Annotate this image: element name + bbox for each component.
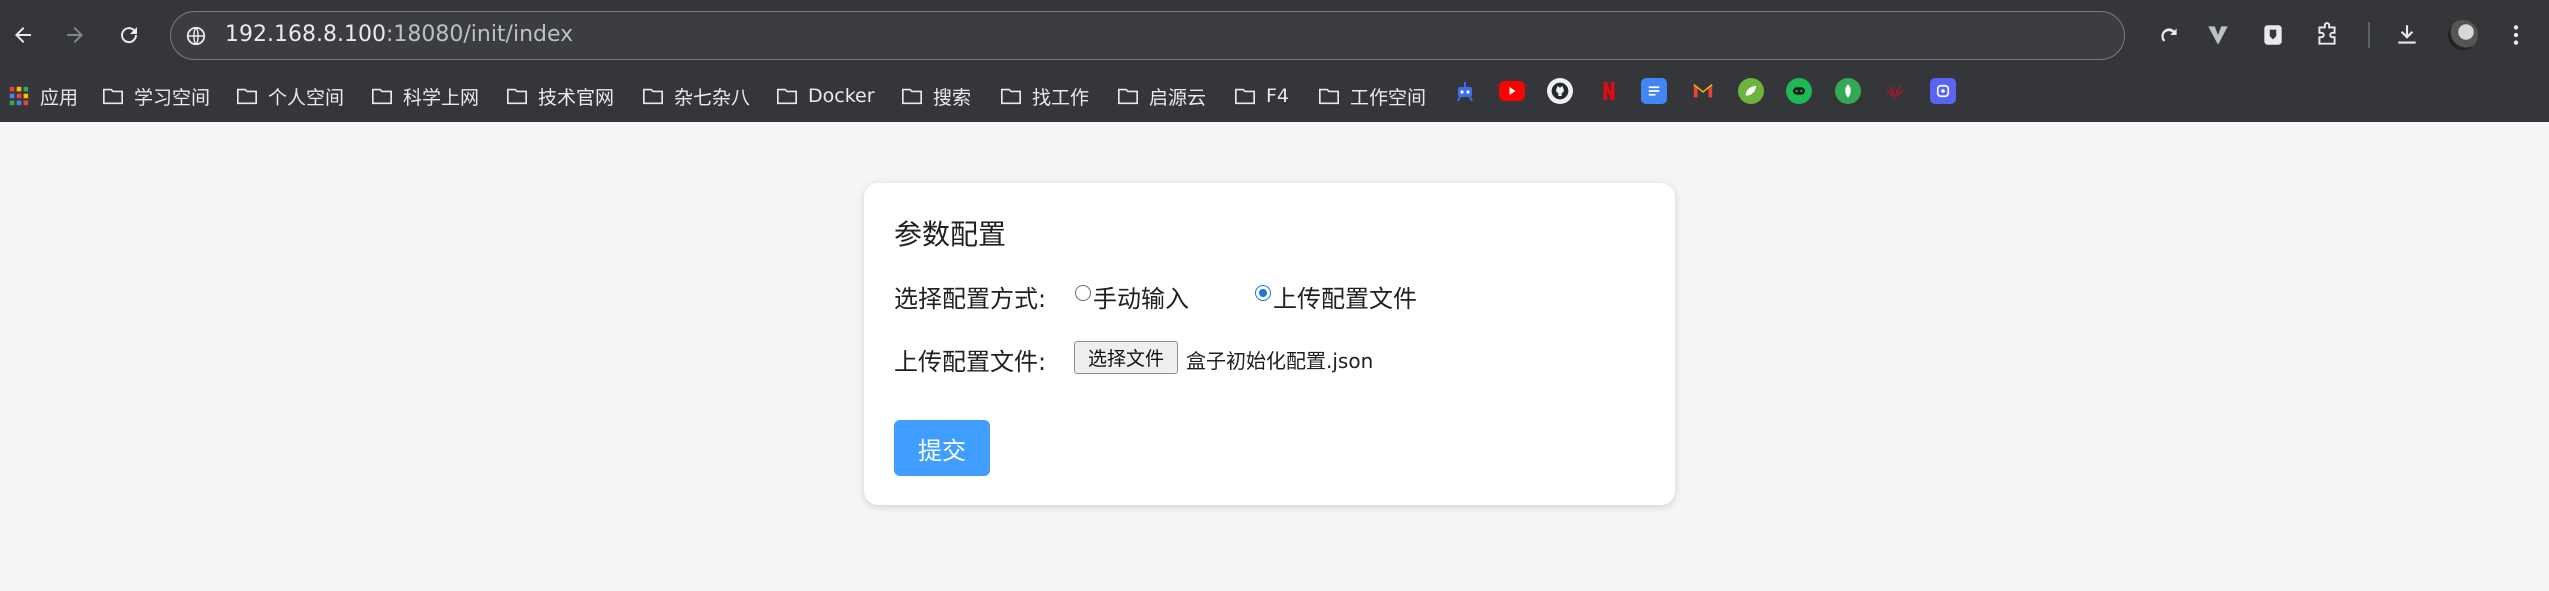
bookmark-label: 找工作 <box>1032 86 1090 109</box>
bookmark-robot-icon[interactable] <box>1452 78 1478 104</box>
bookmark-folder[interactable]: Docker <box>776 80 875 112</box>
extension-sync-icon[interactable] <box>2150 16 2188 54</box>
choose-file-button[interactable]: 选择文件 <box>1074 341 1178 374</box>
forward-button[interactable] <box>54 14 96 56</box>
bookmark-folder[interactable]: 找工作 <box>1000 80 1089 112</box>
reload-button[interactable] <box>108 14 150 56</box>
folder-icon <box>777 88 797 105</box>
card-title: 参数配置 <box>894 218 1007 251</box>
folder-icon <box>372 88 392 105</box>
bookmark-label: 技术官网 <box>538 86 615 109</box>
bookmark-folder[interactable]: 启源云 <box>1117 80 1206 112</box>
bookmark-leaf-icon[interactable] <box>1835 78 1861 104</box>
bookmark-folder[interactable]: 搜索 <box>901 80 971 112</box>
reload-icon <box>121 27 138 44</box>
bookmark-folder[interactable]: 工作空间 <box>1318 80 1426 112</box>
profile-avatar[interactable] <box>2448 20 2478 50</box>
bookmark-docs-icon[interactable] <box>1641 78 1667 104</box>
bookmark-folder[interactable]: 技术官网 <box>506 80 614 112</box>
bookmark-label: F4 <box>1266 85 1290 107</box>
radio-upload-file[interactable] <box>1255 285 1271 301</box>
bookmark-folder[interactable]: 科学上网 <box>371 80 479 112</box>
config-mode-label: 选择配置方式: <box>894 285 1047 313</box>
bookmark-label: 杂七杂八 <box>674 86 751 109</box>
bookmark-netflix-icon[interactable] <box>1596 78 1622 104</box>
folder-icon <box>507 88 527 105</box>
apps-grid-icon <box>9 86 29 106</box>
url-text: 192.168.8.100:18080/init/index <box>225 22 574 47</box>
bookmark-label: 搜索 <box>933 86 972 109</box>
folder-icon <box>902 88 922 105</box>
radio-manual-input[interactable] <box>1075 285 1091 301</box>
bookmark-folder[interactable]: F4 <box>1234 80 1289 112</box>
bookmark-gmail-icon[interactable] <box>1690 78 1716 104</box>
download-icon[interactable] <box>2388 16 2426 54</box>
submit-button[interactable]: 提交 <box>894 420 990 476</box>
folder-icon <box>1118 88 1138 105</box>
bookmark-label: Docker <box>808 85 875 107</box>
browser-toolbar: 192.168.8.100:18080/init/index <box>0 0 2549 70</box>
selected-file-name: 盒子初始化配置.json <box>1186 349 1374 373</box>
bookmark-label: 科学上网 <box>403 86 480 109</box>
folder-icon <box>1319 88 1339 105</box>
back-arrow-icon <box>15 27 31 43</box>
bookmark-label: 学习空间 <box>134 86 211 109</box>
config-card: 参数配置 选择配置方式: 手动输入 上传配置文件 上传配置文件: 选择文件 盒子… <box>864 183 1675 505</box>
bookmark-label: 启源云 <box>1149 86 1207 109</box>
bookmark-folder[interactable]: 学习空间 <box>102 80 210 112</box>
bookmark-label: 工作空间 <box>1350 86 1427 109</box>
bookmark-chat-icon[interactable] <box>1786 78 1812 104</box>
bookmark-huawei-icon[interactable] <box>1882 78 1908 104</box>
upload-file-label: 上传配置文件: <box>894 348 1047 376</box>
extensions-puzzle-icon[interactable] <box>2308 16 2346 54</box>
toolbar-separator <box>2368 22 2370 48</box>
bookmark-label: 应用 <box>40 86 79 109</box>
radio-upload-label[interactable]: 上传配置文件 <box>1273 279 1417 314</box>
back-button[interactable] <box>2 14 44 56</box>
bookmark-label: 个人空间 <box>268 86 345 109</box>
extension-v-icon[interactable] <box>2199 16 2237 54</box>
browser-chrome: 192.168.8.100:18080/init/index 应用 学习空间 个… <box>0 0 2549 122</box>
extension-shield-icon[interactable] <box>2254 16 2292 54</box>
bookmark-youtube-icon[interactable] <box>1499 81 1525 101</box>
bookmark-app-icon[interactable] <box>1930 78 1956 104</box>
radio-manual-label[interactable]: 手动输入 <box>1093 279 1189 314</box>
folder-icon <box>1235 88 1255 105</box>
bookmark-spring-icon[interactable] <box>1738 78 1764 104</box>
menu-kebab-icon[interactable] <box>2497 16 2535 54</box>
site-info-icon[interactable] <box>181 21 211 51</box>
bookmark-apps[interactable]: 应用 <box>8 80 78 112</box>
folder-icon <box>1001 88 1021 105</box>
folder-icon <box>103 88 123 105</box>
folder-icon <box>643 88 663 105</box>
forward-arrow-icon <box>67 27 83 43</box>
address-bar[interactable]: 192.168.8.100:18080/init/index <box>170 11 2125 60</box>
bookmark-github-icon[interactable] <box>1547 78 1573 104</box>
bookmark-folder[interactable]: 个人空间 <box>236 80 344 112</box>
bookmark-folder[interactable]: 杂七杂八 <box>642 80 750 112</box>
folder-icon <box>237 88 257 105</box>
bookmarks-bar: 应用 学习空间 个人空间 科学上网 技术官网 杂七杂八 Docker 搜索 找工… <box>0 70 2549 122</box>
